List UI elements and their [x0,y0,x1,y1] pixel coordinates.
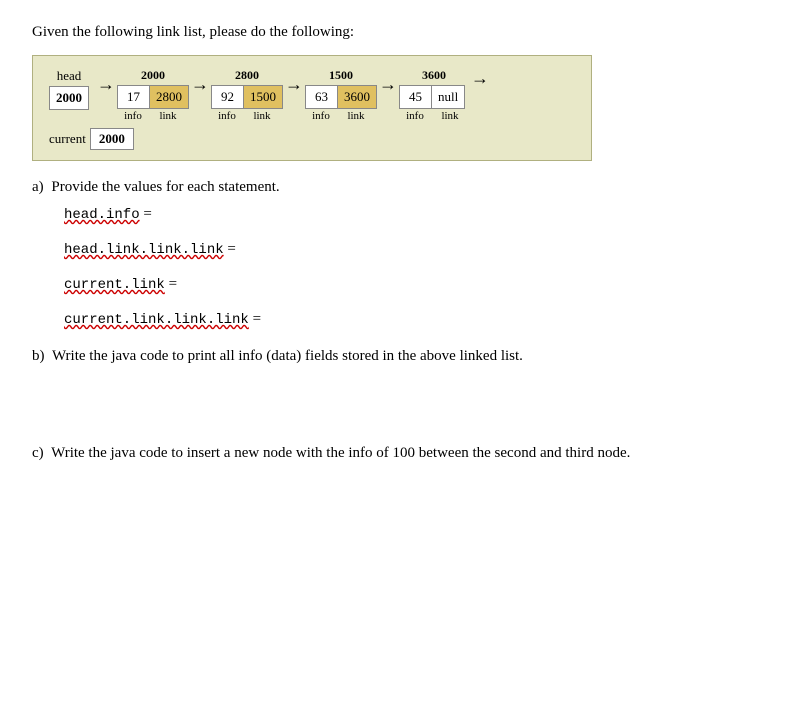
statement-4-code: current.link.link.link [64,312,249,328]
node-3600-cells: 45 null [399,85,465,109]
node-2000-link: 2800 [149,85,189,109]
current-label: current [49,131,86,147]
arrow-2: → [285,68,303,95]
part-a-section: a) Provide the values for each statement… [32,179,767,328]
part-b-text: Write the java code to print all info (d… [52,348,523,364]
node-2000: 2000 17 2800 info link [117,68,189,122]
head-label: head [57,68,82,84]
node-3600-info: 45 [399,85,431,109]
statement-4-equals: = [249,311,261,328]
node-2000-info: 17 [117,85,149,109]
arrow-3: → [379,68,397,95]
link-sublabel-1: link [149,110,187,122]
node-1500-link: 3600 [337,85,377,109]
head-column: head 2000 [49,68,89,112]
node-1500: 1500 63 3600 info link [305,68,377,122]
part-a-label: a) [32,179,44,195]
part-c-section: c) Write the java code to insert a new n… [32,445,767,462]
node-2000-cells: 17 2800 [117,85,189,109]
statement-1-equals: = [140,206,152,223]
statement-3: current.link = [64,276,767,293]
node-3600-link: null [431,85,465,109]
addr-2000: 2000 [141,68,165,83]
statement-4: current.link.link.link = [64,311,767,328]
head-box: 2000 [49,86,89,110]
part-a-header: a) Provide the values for each statement… [32,179,767,196]
node-3600: 3600 45 null info link [399,68,469,122]
intro-text: Given the following link list, please do… [32,24,767,41]
diagram-nodes-row: head 2000 → 2000 17 2800 info link → 280… [49,68,575,122]
link-sublabel-4: link [431,110,469,122]
addr-2800: 2800 [235,68,259,83]
part-a-title: Provide the values for each statement. [51,179,279,195]
statement-3-equals: = [165,276,177,293]
statement-1: head.info = [64,206,767,223]
info-sublabel-2: info [211,110,243,122]
node-2800-info: 92 [211,85,243,109]
node-2800-link: 1500 [243,85,283,109]
node-3600-sublabels: info link [399,110,469,122]
addr-3600: 3600 [422,68,446,83]
statement-2: head.link.link.link = [64,241,767,258]
info-sublabel-3: info [305,110,337,122]
part-c-text: Write the java code to insert a new node… [51,445,630,461]
node-1500-sublabels: info link [305,110,375,122]
node-2800: 2800 92 1500 info link [211,68,283,122]
part-c-label: c) [32,445,44,461]
node-2800-cells: 92 1500 [211,85,283,109]
arrow-1: → [191,68,209,95]
link-sublabel-3: link [337,110,375,122]
info-sublabel-1: info [117,110,149,122]
statement-2-equals: = [224,241,236,258]
info-sublabel-4: info [399,110,431,122]
node-2800-sublabels: info link [211,110,281,122]
current-row: current 2000 [49,128,575,150]
part-b-label: b) [32,348,45,364]
current-box: 2000 [90,128,134,150]
statement-2-code: head.link.link.link [64,242,224,258]
arrow-head: → [97,68,115,95]
linked-list-diagram: head 2000 → 2000 17 2800 info link → 280… [32,55,592,161]
node-2000-sublabels: info link [117,110,187,122]
node-1500-info: 63 [305,85,337,109]
statement-3-code: current.link [64,277,165,293]
addr-1500: 1500 [329,68,353,83]
statement-1-code: head.info [64,207,140,223]
link-sublabel-2: link [243,110,281,122]
part-b-section: b) Write the java code to print all info… [32,348,767,365]
tail-arrow: → [471,68,489,89]
node-1500-cells: 63 3600 [305,85,377,109]
